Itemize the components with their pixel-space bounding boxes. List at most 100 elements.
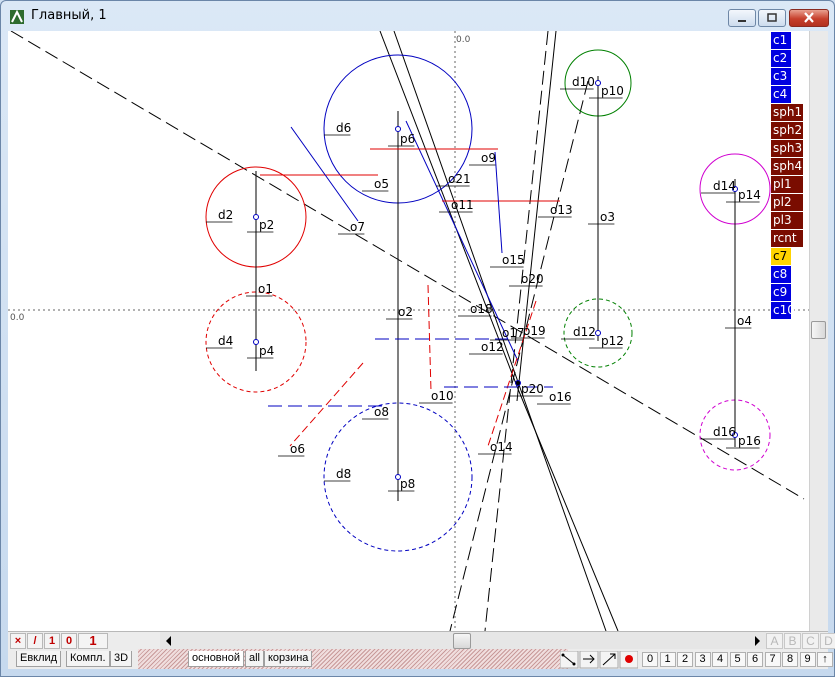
layer-c9[interactable]: c9 xyxy=(771,284,791,301)
label-o5: o5 xyxy=(374,177,389,191)
horizontal-scrollbar[interactable] xyxy=(160,632,766,650)
label-p2: p2 xyxy=(259,218,274,232)
layer-c10[interactable]: c10 xyxy=(771,302,795,319)
vertical-scrollbar[interactable] xyxy=(809,31,828,631)
status-toolbar: × / 1 0 1 ABCD xyxy=(8,631,835,650)
geometry-drawing[interactable]: 0.0 0.0 d6p6o5o9o21o11 o13d10p10d2p2 o7o… xyxy=(8,31,809,631)
label-p10: p10 xyxy=(601,84,624,98)
red-dashed-2 xyxy=(487,300,537,447)
drawing-canvas[interactable]: 0.0 0.0 d6 p6 o5 o9 o21 o11 o13 d10 p10 … xyxy=(8,31,809,631)
number-button-3[interactable]: 3 xyxy=(694,652,711,667)
label-p8: p8 xyxy=(400,477,415,491)
layer-rcnt[interactable]: rcnt xyxy=(771,230,803,247)
number-button-8[interactable]: 8 xyxy=(782,652,798,667)
layer-pl3[interactable]: pl3 xyxy=(771,212,803,229)
minimize-button[interactable] xyxy=(728,9,756,27)
mode-tab-1[interactable]: Компл. xyxy=(66,651,110,667)
layer-c1[interactable]: c1 xyxy=(771,32,791,49)
label-o3: o3 xyxy=(600,210,615,224)
axis-x-label: 0.0 xyxy=(10,313,25,323)
layer-pl2[interactable]: pl2 xyxy=(771,194,803,211)
label-o16: o16 xyxy=(549,390,572,404)
close-button[interactable] xyxy=(789,9,829,27)
zero-small-button[interactable]: 0 xyxy=(61,633,77,649)
label-o8: o8 xyxy=(374,405,389,419)
layer-sph1[interactable]: sph1 xyxy=(771,104,803,121)
label-o12: o12 xyxy=(481,340,504,354)
number-button-1[interactable]: 1 xyxy=(659,652,676,667)
number-button-2[interactable]: 2 xyxy=(677,652,693,667)
label-o6: o6 xyxy=(290,442,305,456)
label-d14: d14 xyxy=(713,179,736,193)
line-button[interactable]: / xyxy=(27,633,43,649)
layer-c3[interactable]: c3 xyxy=(771,68,791,85)
label-d8: d8 xyxy=(336,467,351,481)
minimize-icon xyxy=(738,20,746,22)
label-o18: o18 xyxy=(470,302,493,316)
layer-sph2[interactable]: sph2 xyxy=(771,122,803,139)
horizontal-scroll-thumb[interactable] xyxy=(453,633,471,649)
view-d-button[interactable]: D xyxy=(820,633,835,649)
layer-sph4[interactable]: sph4 xyxy=(771,158,803,175)
line-c xyxy=(517,388,619,631)
vertical-scroll-thumb[interactable] xyxy=(811,321,826,339)
label-o13: o13 xyxy=(550,203,573,217)
delete-button[interactable]: × xyxy=(10,633,26,649)
tool-curve-icon[interactable] xyxy=(560,651,579,669)
red-dashed-3 xyxy=(289,362,364,447)
number-button-9[interactable]: 9 xyxy=(799,652,816,667)
number-button-4[interactable]: 4 xyxy=(712,652,728,667)
red-dashed-1 xyxy=(427,284,432,392)
label-o7: o7 xyxy=(350,220,365,234)
label-o15: o15 xyxy=(502,253,525,267)
scroll-right-icon[interactable] xyxy=(750,633,764,649)
label-p12: p12 xyxy=(601,334,624,348)
one-small-button[interactable]: 1 xyxy=(44,633,60,649)
layer-c7[interactable]: c7 xyxy=(771,248,791,265)
tool-icons xyxy=(560,651,638,669)
label-p16: p16 xyxy=(738,434,761,448)
layer-c8[interactable]: c8 xyxy=(771,266,791,283)
label-o11: o11 xyxy=(451,198,474,212)
mode-tab-0[interactable]: Евклид xyxy=(16,651,62,667)
line-f xyxy=(449,80,589,631)
number-button-5[interactable]: 5 xyxy=(729,652,746,667)
number-button-10[interactable]: ↑ xyxy=(817,652,833,667)
tab-bar: Евклид Компл. 3D основной all корзина 012345… xyxy=(8,649,833,669)
number-button-6[interactable]: 6 xyxy=(747,652,763,667)
layer-c4[interactable]: c4 xyxy=(771,86,791,103)
label-o21: o21 xyxy=(448,172,471,186)
label-o14: o14 xyxy=(490,440,513,454)
title-bar[interactable]: Главный, 1 xyxy=(1,1,834,31)
tool-resize-icon[interactable] xyxy=(599,651,619,669)
maximize-button[interactable] xyxy=(758,9,786,27)
label-d12: d12 xyxy=(573,325,596,339)
close-icon xyxy=(804,12,814,23)
label-d16: d16 xyxy=(713,425,736,439)
scroll-left-icon[interactable] xyxy=(162,633,176,649)
app-icon xyxy=(10,9,24,24)
layer-sph3[interactable]: sph3 xyxy=(771,140,803,157)
sheet-tab-1[interactable]: all xyxy=(245,651,265,667)
view-c-button[interactable]: C xyxy=(802,633,819,649)
label-p20: p20 xyxy=(521,382,544,396)
label-p4: p4 xyxy=(259,344,274,358)
label-d4: d4 xyxy=(218,334,233,348)
window-title: Главный, 1 xyxy=(31,8,107,23)
view-a-button[interactable]: A xyxy=(766,633,783,649)
view-b-button[interactable]: B xyxy=(784,633,801,649)
label-o20: o20 xyxy=(521,272,544,286)
tool-point-icon[interactable] xyxy=(619,651,638,669)
sheet-tab-2[interactable]: корзина xyxy=(264,651,313,667)
number-button-7[interactable]: 7 xyxy=(764,652,781,667)
number-button-0[interactable]: 0 xyxy=(642,652,658,667)
mode-tab-2[interactable]: 3D xyxy=(110,651,133,667)
layer-pl1[interactable]: pl1 xyxy=(771,176,803,193)
tool-arrow-icon[interactable] xyxy=(579,651,599,669)
axis-y-label: 0.0 xyxy=(456,35,471,45)
label-d10: d10 xyxy=(572,75,595,89)
layer-c2[interactable]: c2 xyxy=(771,50,791,67)
sheet-tab-0[interactable]: основной xyxy=(188,651,244,667)
one-big-button[interactable]: 1 xyxy=(78,633,108,649)
label-o10: o10 xyxy=(431,389,454,403)
